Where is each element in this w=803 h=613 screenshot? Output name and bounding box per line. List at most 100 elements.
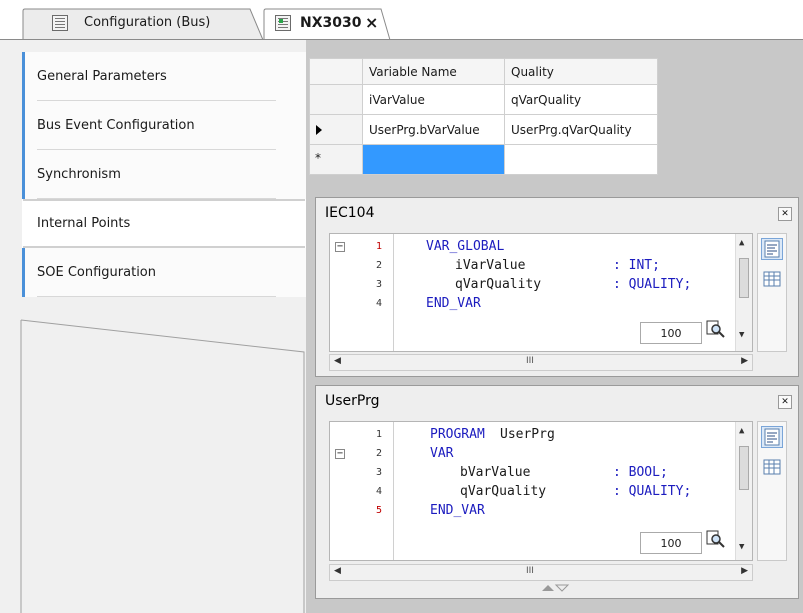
nav-item-label: Bus Event Configuration — [37, 118, 195, 133]
nav-item-internal-points[interactable]: Internal Points — [22, 199, 306, 248]
scrollbar-grip[interactable]: III — [526, 566, 534, 576]
scroll-left-arrow-icon[interactable]: ◀ — [334, 356, 341, 366]
tabular-view-button[interactable] — [761, 456, 783, 478]
scroll-up-arrow-icon[interactable]: ▲ — [739, 238, 744, 248]
nav-item-label: Synchronism — [37, 167, 121, 182]
divider — [37, 296, 276, 297]
row-header[interactable] — [309, 114, 363, 145]
scroll-down-arrow-icon[interactable]: ▼ — [739, 542, 744, 552]
column-header-quality[interactable]: Quality — [504, 58, 658, 85]
textual-view-button[interactable] — [761, 238, 783, 260]
window-title: IEC104 — [325, 205, 375, 221]
code-line: 3 qVarQuality : QUALITY; — [330, 276, 752, 295]
variable-type: : QUALITY; — [613, 484, 692, 499]
nav-item-general-parameters[interactable]: General Parameters — [22, 52, 306, 101]
close-window-icon[interactable]: ✕ — [778, 207, 792, 221]
tabular-view-button[interactable] — [761, 268, 783, 290]
quality-cell[interactable] — [504, 144, 658, 175]
tab-label: NX3030 — [300, 15, 362, 31]
table-row-new[interactable]: * — [309, 144, 658, 175]
line-number: 3 — [375, 467, 382, 478]
variable-name: iVarValue — [455, 258, 526, 273]
view-toggle-bar — [757, 233, 787, 352]
tab-configuration-bus[interactable]: Configuration (Bus) — [22, 8, 264, 40]
column-header-variable-name[interactable]: Variable Name — [362, 58, 505, 85]
close-tab-icon[interactable]: × — [365, 13, 378, 32]
code-text: END_VAR — [426, 296, 481, 311]
variable-type: : INT; — [613, 258, 660, 273]
line-number: 4 — [375, 486, 382, 497]
code-line: 4 qVarQuality : QUALITY; — [330, 483, 752, 502]
configuration-nav: General Parameters Bus Event Configurati… — [22, 52, 306, 297]
variable-name-cell[interactable]: iVarValue — [362, 84, 505, 115]
line-number: 3 — [375, 279, 382, 290]
view-toggle-bar — [757, 421, 787, 561]
vertical-scrollbar[interactable]: ▲ ▼ — [735, 422, 752, 560]
code-text: VAR — [430, 446, 454, 461]
scroll-right-arrow-icon[interactable]: ▶ — [741, 356, 748, 366]
bus-config-icon — [52, 15, 68, 31]
window-title: UserPrg — [325, 393, 380, 409]
scrollbar-thumb[interactable] — [739, 446, 749, 490]
variable-name: qVarQuality — [455, 277, 542, 292]
userprg-declaration-window: UserPrg ✕ 1 PROGRAM UserPrg − 2 VAR 3 bV… — [315, 385, 799, 599]
code-text: VAR_GLOBAL — [426, 239, 505, 254]
scrollbar-grip[interactable]: III — [526, 356, 534, 366]
close-window-icon[interactable]: ✕ — [778, 395, 792, 409]
textual-view-button[interactable] — [761, 426, 783, 448]
zoom-magnifier-icon[interactable] — [704, 528, 728, 550]
row-header-corner — [309, 58, 363, 85]
zoom-magnifier-icon[interactable] — [704, 318, 728, 340]
table-row[interactable]: iVarValue qVarQuality — [309, 84, 658, 115]
line-number: 4 — [375, 298, 382, 309]
variable-name-cell-selected[interactable] — [362, 144, 505, 175]
iec104-declaration-window: IEC104 ✕ − 1 VAR_GLOBAL 2 iVarValue : IN… — [315, 197, 799, 377]
line-number: 1 — [375, 429, 382, 440]
line-number: 2 — [375, 448, 382, 459]
scroll-left-arrow-icon[interactable]: ◀ — [334, 566, 341, 576]
quality-cell[interactable]: UserPrg.qVarQuality — [504, 114, 658, 145]
code-line: − 2 VAR — [330, 445, 752, 464]
table-row[interactable]: UserPrg.bVarValue UserPrg.qVarQuality — [309, 114, 658, 145]
variable-name-cell[interactable]: UserPrg.bVarValue — [362, 114, 505, 145]
nav-item-synchronism[interactable]: Synchronism — [22, 150, 306, 199]
code-line: 1 PROGRAM UserPrg — [330, 426, 752, 445]
variable-name: bVarValue — [460, 465, 531, 480]
variable-type: : QUALITY; — [613, 277, 692, 292]
current-row-arrow-icon — [316, 125, 322, 135]
row-header[interactable] — [309, 84, 363, 115]
code-line: 3 bVarValue : BOOL; — [330, 464, 752, 483]
quality-cell[interactable]: qVarQuality — [504, 84, 658, 115]
scrollbar-thumb[interactable] — [739, 258, 749, 298]
table-view-icon — [763, 271, 781, 287]
scroll-up-arrow-icon[interactable]: ▲ — [739, 426, 744, 436]
nav-item-soe-configuration[interactable]: SOE Configuration — [22, 248, 306, 297]
code-line: − 1 VAR_GLOBAL — [330, 238, 752, 257]
nx3030-device-icon — [275, 15, 291, 31]
horizontal-scrollbar[interactable]: ◀ III ▶ — [329, 564, 753, 581]
tab-label: Configuration (Bus) — [84, 15, 211, 30]
code-line: 4 END_VAR — [330, 295, 752, 314]
nav-item-bus-event-configuration[interactable]: Bus Event Configuration — [22, 101, 306, 150]
horizontal-scrollbar[interactable]: ◀ III ▶ — [329, 354, 753, 371]
code-editor[interactable]: 1 PROGRAM UserPrg − 2 VAR 3 bVarValue : … — [329, 421, 753, 561]
code-line: 2 iVarValue : INT; — [330, 257, 752, 276]
nav-item-label: General Parameters — [37, 69, 167, 84]
row-header[interactable]: * — [309, 144, 363, 175]
text-view-icon — [764, 240, 780, 258]
zoom-level[interactable]: 100 — [640, 322, 702, 344]
nav-item-label: Internal Points — [37, 216, 131, 231]
line-number: 2 — [375, 260, 382, 271]
scroll-right-arrow-icon[interactable]: ▶ — [741, 566, 748, 576]
tab-nx3030[interactable]: NX3030 × — [263, 8, 391, 40]
internal-points-table: Variable Name Quality iVarValue qVarQual… — [309, 58, 658, 175]
new-row-marker: * — [315, 151, 321, 165]
zoom-level[interactable]: 100 — [640, 532, 702, 554]
line-number: 5 — [375, 505, 382, 516]
code-editor[interactable]: − 1 VAR_GLOBAL 2 iVarValue : INT; 3 qVar… — [329, 233, 753, 352]
code-line: 5 END_VAR — [330, 502, 752, 521]
splitter-arrows-icon[interactable] — [540, 584, 570, 592]
code-keyword: PROGRAM — [430, 427, 485, 442]
scroll-down-arrow-icon[interactable]: ▼ — [739, 330, 744, 340]
vertical-scrollbar[interactable]: ▲ ▼ — [735, 234, 752, 351]
